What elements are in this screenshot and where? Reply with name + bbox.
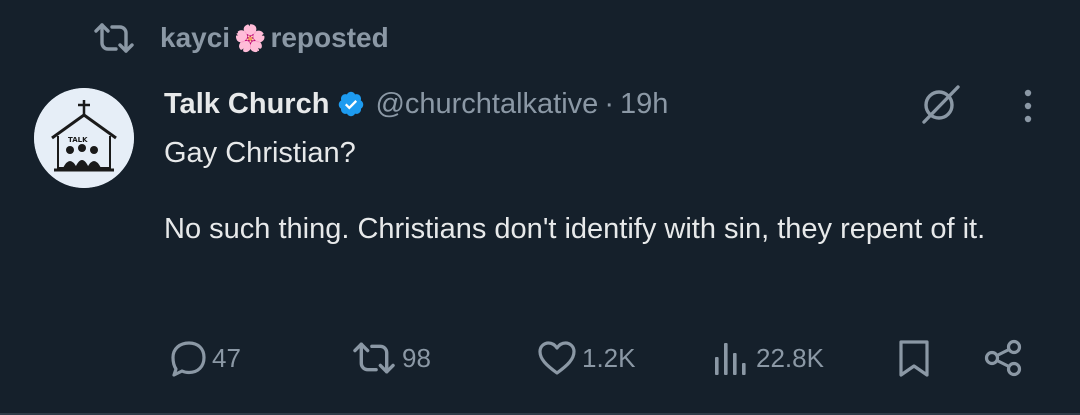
tweet-text: Gay Christian? No such thing. Christians… (164, 134, 1024, 248)
cherry-blossom-emoji: 🌸 (234, 22, 267, 53)
views-button[interactable]: 22.8K (712, 334, 824, 382)
tweet-line: No such thing. Christians don't identify… (164, 213, 986, 245)
view-count: 22.8K (756, 342, 824, 373)
analytics-icon (712, 339, 748, 377)
separator-dot: · (604, 87, 614, 120)
bookmark-icon (896, 338, 932, 378)
avatar-text: TALK (68, 136, 88, 144)
reply-button[interactable]: 47 (168, 334, 241, 382)
author-name[interactable]: Talk Church (164, 88, 329, 121)
grok-icon[interactable] (916, 80, 964, 128)
reply-count: 47 (212, 342, 241, 373)
repost-label: reposted (270, 22, 389, 53)
avatar[interactable]: TALK (34, 88, 134, 188)
more-options-icon[interactable] (1008, 84, 1048, 128)
author-handle[interactable]: @churchtalkative (375, 88, 598, 121)
bookmark-button[interactable] (896, 334, 932, 382)
share-button[interactable] (982, 334, 1024, 382)
church-logo-icon: TALK (34, 88, 134, 188)
tweet-line: Gay Christian? (164, 137, 356, 169)
repost-count: 98 (402, 342, 431, 373)
tweet-card[interactable]: kayci 🌸 reposted TALK Talk Church @churc… (0, 0, 1080, 415)
verified-badge-icon (337, 90, 365, 118)
timestamp[interactable]: 19h (620, 88, 668, 121)
repost-button[interactable]: 98 (350, 334, 431, 382)
repost-user[interactable]: kayci (160, 22, 230, 54)
like-count: 1.2K (582, 342, 636, 373)
repost-context: kayci 🌸 reposted (92, 18, 389, 58)
share-icon (982, 338, 1024, 378)
action-bar: 47 98 1.2K 22.8K (164, 334, 1034, 382)
heart-icon (536, 339, 578, 377)
repost-icon (350, 340, 398, 376)
repost-icon (92, 20, 136, 56)
tweet-header: Talk Church @churchtalkative · 19h (164, 82, 668, 126)
like-button[interactable]: 1.2K (536, 334, 636, 382)
reply-icon (168, 339, 208, 377)
